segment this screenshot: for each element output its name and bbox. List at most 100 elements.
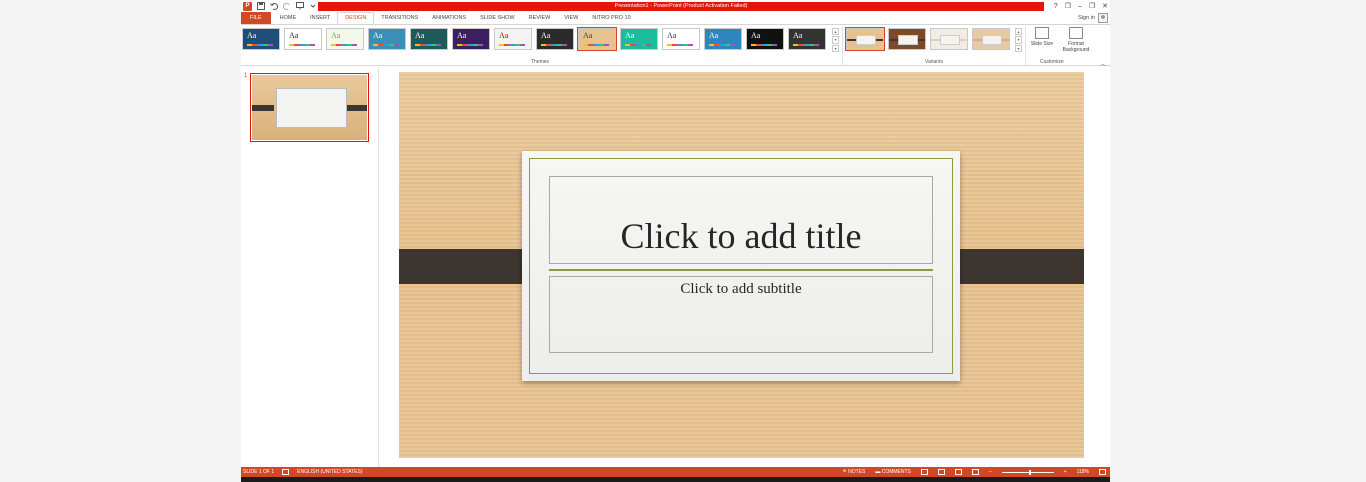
zoom-level[interactable]: 118% (1077, 467, 1089, 477)
theme-thumbnail[interactable]: Aa (242, 28, 280, 50)
theme-thumbnail[interactable]: Aa (746, 28, 784, 50)
start-slideshow-icon[interactable] (295, 2, 304, 11)
minimize-button[interactable]: – (1078, 3, 1082, 10)
theme-color-swatch (751, 44, 778, 46)
theme-thumbnail[interactable]: Aa (494, 28, 532, 50)
theme-color-swatch (625, 44, 652, 46)
variant-thumbnail[interactable] (845, 27, 885, 51)
theme-label: Aa (709, 31, 719, 40)
theme-label: Aa (415, 31, 425, 40)
theme-thumbnail[interactable]: Aa (284, 28, 322, 50)
tab-slide-show[interactable]: SLIDE SHOW (473, 12, 522, 24)
undo-icon[interactable] (269, 2, 278, 11)
tab-file[interactable]: FILE (241, 12, 271, 24)
gallery-up-button[interactable]: ▴ (832, 28, 839, 36)
variant-thumbnail[interactable] (930, 28, 968, 50)
ribbon-display-options-button[interactable]: ❐ (1065, 2, 1071, 10)
theme-color-swatch (415, 44, 442, 46)
slide-canvas[interactable]: Click to add title Click to add subtitle (399, 72, 1084, 458)
theme-thumbnail[interactable]: Aa (410, 28, 448, 50)
slide-thumbnail[interactable] (250, 73, 369, 142)
theme-label: Aa (499, 31, 509, 40)
format-background-button[interactable]: Format Background (1062, 27, 1090, 53)
format-background-label: Format Background (1062, 41, 1090, 53)
gallery-more-button[interactable]: ▾ (832, 44, 839, 52)
notes-button[interactable]: ≙ NOTES (842, 467, 865, 477)
language-indicator[interactable]: ENGLISH (UNITED STATES) (297, 467, 362, 477)
spelling-check-icon[interactable] (282, 469, 290, 475)
slide-show-icon[interactable] (971, 469, 979, 475)
theme-thumbnail[interactable]: Aa (452, 28, 490, 50)
collapse-ribbon-icon[interactable]: ︿ (1100, 59, 1106, 68)
tab-view[interactable]: VIEW (557, 12, 585, 24)
slide-indicator[interactable]: SLIDE 1 OF 1 (243, 467, 274, 477)
theme-label: Aa (247, 31, 257, 40)
slide-band-right (946, 249, 1084, 284)
title-placeholder[interactable]: Click to add title (549, 176, 933, 264)
theme-thumbnail[interactable]: Aa (536, 28, 574, 50)
slide-sorter-icon[interactable] (937, 469, 945, 475)
theme-thumbnail[interactable]: Aa (577, 27, 617, 51)
ribbon-tabs: FILE HOME INSERT DESIGN TRANSITIONS ANIM… (241, 12, 1110, 24)
zoom-slider[interactable] (1001, 469, 1054, 475)
zoom-in-button[interactable]: + (1064, 467, 1067, 477)
avatar-icon[interactable] (1098, 13, 1108, 23)
group-separator (1025, 27, 1026, 65)
tab-design[interactable]: DESIGN (337, 12, 375, 24)
theme-color-swatch (457, 44, 484, 46)
theme-thumbnail[interactable]: Aa (368, 28, 406, 50)
comments-label: COMMENTS (881, 469, 911, 475)
tab-transitions[interactable]: TRANSITIONS (374, 12, 425, 24)
tab-animations[interactable]: ANIMATIONS (425, 12, 473, 24)
close-button[interactable]: ✕ (1102, 2, 1108, 10)
theme-color-swatch (289, 44, 316, 46)
tab-home[interactable]: HOME (273, 12, 304, 24)
tab-review[interactable]: REVIEW (522, 12, 558, 24)
status-right: ≙ NOTES ▬ COMMENTS – + 118% (842, 467, 1106, 477)
theme-thumbnail[interactable]: Aa (788, 28, 826, 50)
slide-card: Click to add title Click to add subtitle (522, 151, 960, 381)
variant-card (940, 35, 960, 45)
restore-button[interactable]: ❐ (1089, 2, 1095, 10)
help-button[interactable]: ? (1054, 3, 1058, 10)
slide-band-left (399, 249, 539, 284)
sign-in-link[interactable]: Sign in (1078, 15, 1095, 21)
taskbar-strip (241, 477, 1110, 482)
theme-label: Aa (583, 31, 593, 40)
fit-to-window-icon[interactable] (1099, 469, 1106, 475)
themes-group-label: Themes (531, 59, 550, 65)
theme-color-swatch (373, 44, 400, 46)
theme-thumbnail[interactable]: Aa (662, 28, 700, 50)
variants-down-button[interactable]: ▾ (1015, 36, 1022, 44)
variant-thumbnail[interactable] (888, 28, 926, 50)
variants-up-button[interactable]: ▴ (1015, 28, 1022, 36)
save-icon[interactable] (256, 2, 265, 11)
redo-icon[interactable] (282, 2, 291, 11)
slide-thumbnail-pane: 1 (241, 67, 379, 467)
comments-button[interactable]: ▬ COMMENTS (875, 467, 911, 477)
theme-label: Aa (373, 31, 383, 40)
variants-more-button[interactable]: ▾ (1015, 44, 1022, 52)
customize-qat-icon[interactable] (308, 2, 317, 11)
theme-color-swatch (793, 44, 820, 46)
theme-label: Aa (793, 31, 803, 40)
quick-access-toolbar: P (241, 0, 317, 12)
theme-thumbnail[interactable]: Aa (704, 28, 742, 50)
zoom-out-button[interactable]: – (989, 467, 992, 477)
tab-nitro-pro[interactable]: NITRO PRO 10 (585, 12, 637, 24)
zoom-slider-thumb[interactable] (1029, 469, 1032, 475)
gallery-down-button[interactable]: ▾ (832, 36, 839, 44)
theme-thumbnail[interactable]: Aa (326, 28, 364, 50)
normal-view-icon[interactable] (920, 469, 928, 475)
tab-insert[interactable]: INSERT (303, 12, 337, 24)
theme-thumbnail[interactable]: Aa (620, 28, 658, 50)
thumbnail-band-right (345, 105, 367, 111)
reading-view-icon[interactable] (954, 469, 962, 475)
theme-label: Aa (751, 31, 761, 40)
slide-size-button[interactable]: Slide Size (1028, 27, 1056, 53)
variant-thumbnail[interactable] (972, 28, 1010, 50)
format-background-icon (1069, 27, 1083, 39)
theme-color-swatch (709, 44, 736, 46)
subtitle-placeholder[interactable]: Click to add subtitle (549, 276, 933, 353)
variants-group-label: Variants (925, 59, 943, 65)
